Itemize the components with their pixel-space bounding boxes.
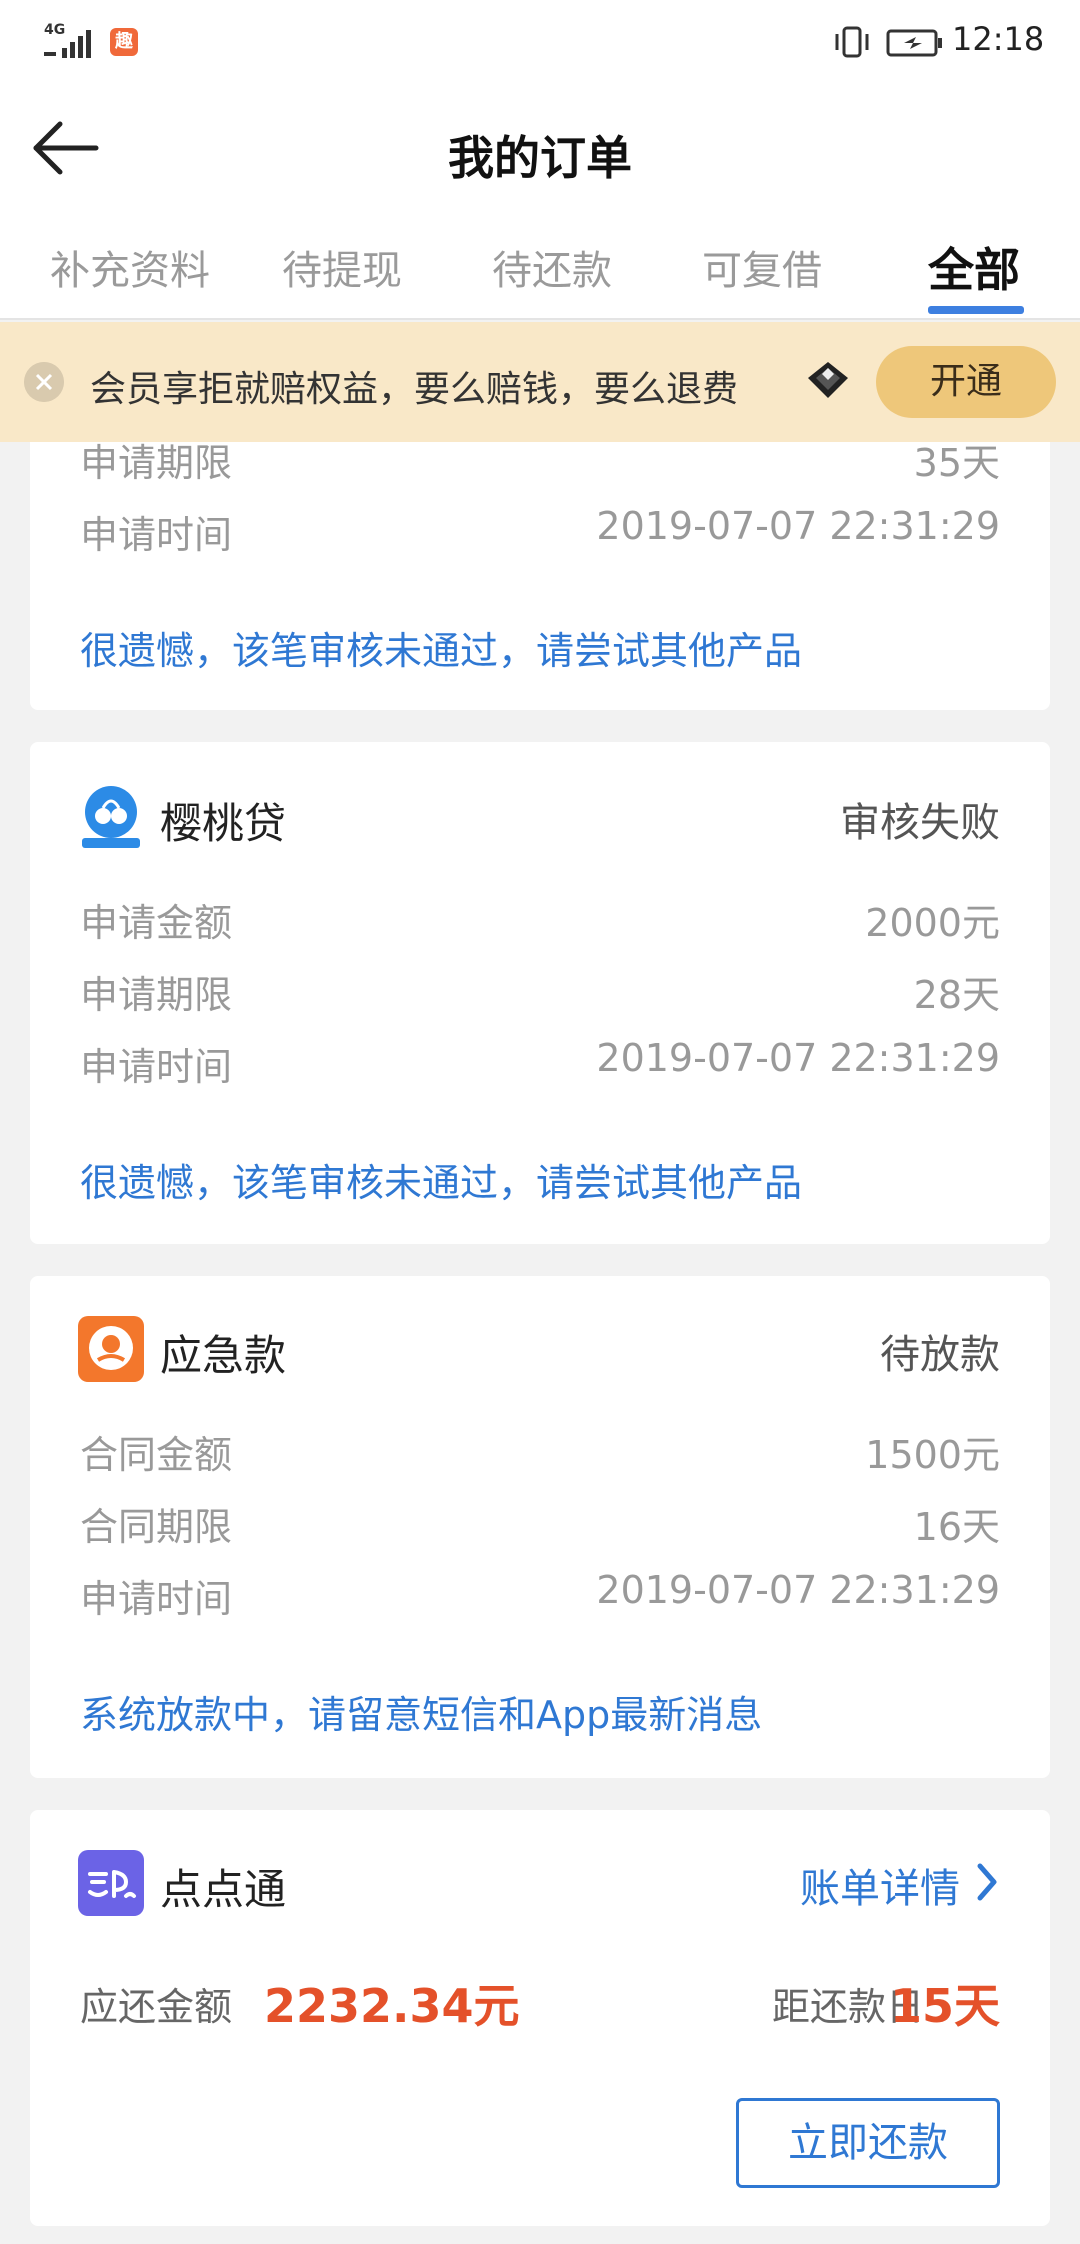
banner-text: 会员享拒就赔权益，要么赔钱，要么退费 bbox=[90, 369, 739, 410]
row-value: 28天 bbox=[913, 973, 1000, 1017]
row-label: 合同金额 bbox=[80, 1433, 233, 1477]
header: 我的订单 bbox=[0, 86, 1080, 214]
row-label: 合同期限 bbox=[80, 1505, 233, 1549]
tab-reborrowable[interactable]: 可复借 bbox=[702, 238, 822, 296]
row-label: 申请时间 bbox=[80, 513, 233, 557]
row-value: 2019-07-07 22:31:29 bbox=[596, 504, 1000, 548]
product-name: 点点通 bbox=[160, 1865, 287, 1914]
row-value: 2019-07-07 22:31:29 bbox=[596, 1036, 1000, 1080]
clock: 12:18 bbox=[952, 20, 1045, 58]
app-notification-icon: 趣 bbox=[110, 28, 138, 56]
status-note: 很遗憾，该笔审核未通过，请尝试其他产品 bbox=[80, 629, 803, 673]
days-until-due-value: 15天 bbox=[889, 1979, 1000, 2033]
status-note: 很遗憾，该笔审核未通过，请尝试其他产品 bbox=[80, 1161, 803, 1205]
vibrate-icon bbox=[835, 26, 869, 58]
cherry-icon bbox=[78, 784, 144, 850]
tab-pending-repay[interactable]: 待还款 bbox=[492, 238, 612, 296]
row-value: 2019-07-07 22:31:29 bbox=[596, 1568, 1000, 1612]
order-card[interactable]: 应急款 待放款 合同金额 1500元 合同期限 16天 申请时间 2019-07… bbox=[30, 1276, 1050, 1778]
row-label: 申请时间 bbox=[80, 1577, 233, 1621]
status-bar: 4G 趣 12:18 bbox=[0, 0, 1080, 86]
row-label: 申请时间 bbox=[80, 1045, 233, 1089]
diamond-icon bbox=[808, 362, 848, 398]
order-status: 审核失败 bbox=[840, 800, 1000, 846]
amount-due-label: 应还金额 bbox=[80, 1985, 233, 2029]
row-value: 1500元 bbox=[865, 1433, 1000, 1477]
bill-details-link[interactable]: 账单详情 bbox=[800, 1856, 960, 1914]
order-status: 待放款 bbox=[880, 1332, 1000, 1378]
chevron-right-icon[interactable] bbox=[974, 1862, 1000, 1902]
tab-supplement-info[interactable]: 补充资料 bbox=[50, 238, 210, 296]
product-name: 应急款 bbox=[160, 1331, 287, 1380]
membership-banner: 会员享拒就赔权益，要么赔钱，要么退费 开通 bbox=[0, 322, 1080, 442]
tab-bar: 补充资料 待提现 待还款 可复借 全部 bbox=[0, 214, 1080, 320]
tab-active-indicator bbox=[928, 306, 1024, 314]
page-title: 我的订单 bbox=[448, 131, 632, 185]
activate-membership-button[interactable]: 开通 bbox=[876, 346, 1056, 418]
diandiantong-icon bbox=[78, 1850, 144, 1916]
product-name: 樱桃贷 bbox=[160, 799, 287, 848]
order-card[interactable]: 樱桃贷 审核失败 申请金额 2000元 申请期限 28天 申请时间 2019-0… bbox=[30, 742, 1050, 1244]
order-card[interactable]: 点点通 账单详情 应还金额 2232.34元 距还款日 15天 立即还款 bbox=[30, 1810, 1050, 2226]
tab-all[interactable]: 全部 bbox=[928, 234, 1020, 300]
row-value: 2000元 bbox=[865, 901, 1000, 945]
row-label: 申请金额 bbox=[80, 901, 233, 945]
row-label: 申请期限 bbox=[80, 973, 233, 1017]
order-card[interactable]: 申请期限 35天 申请时间 2019-07-07 22:31:29 很遗憾，该笔… bbox=[30, 412, 1050, 710]
repay-now-button[interactable]: 立即还款 bbox=[736, 2098, 1000, 2188]
close-icon[interactable] bbox=[24, 362, 64, 402]
battery-charging-icon bbox=[886, 29, 942, 57]
signal-icon bbox=[44, 30, 91, 58]
row-value: 16天 bbox=[913, 1505, 1000, 1549]
status-note: 系统放款中，请留意短信和App最新消息 bbox=[80, 1693, 763, 1737]
amount-due-value: 2232.34元 bbox=[264, 1979, 520, 2033]
emergency-loan-icon bbox=[78, 1316, 144, 1382]
tab-pending-withdraw[interactable]: 待提现 bbox=[282, 238, 402, 296]
